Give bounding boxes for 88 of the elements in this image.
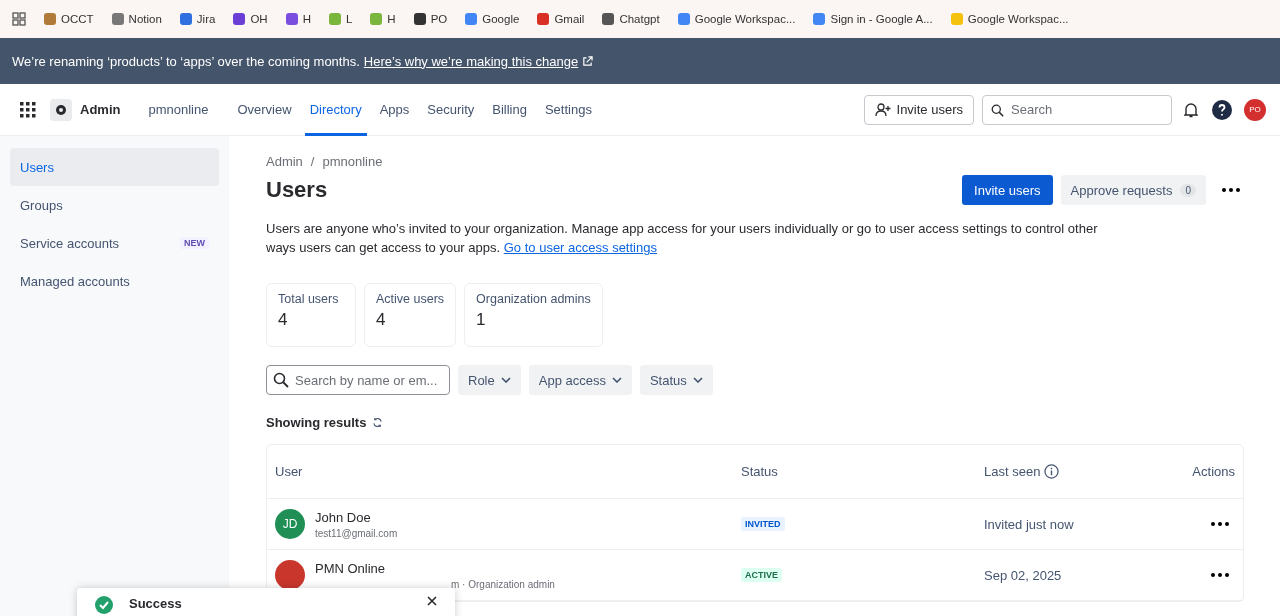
column-header: Actions bbox=[1192, 464, 1235, 479]
bookmark[interactable]: Notion bbox=[111, 13, 162, 25]
results-label: Showing results bbox=[266, 415, 367, 430]
nav-tab[interactable]: Settings bbox=[539, 83, 597, 136]
info-icon bbox=[1044, 464, 1060, 479]
sidebar-item[interactable]: Groups bbox=[10, 186, 219, 224]
user-avatar[interactable]: PO bbox=[1244, 98, 1266, 121]
filter-dropdown[interactable]: App access bbox=[528, 365, 632, 395]
more-icon bbox=[1222, 188, 1240, 192]
stat-value: 1 bbox=[476, 310, 487, 330]
bookmark[interactable]: H bbox=[370, 13, 396, 25]
sidebar-item[interactable]: Users bbox=[10, 148, 219, 186]
user-access-settings-link[interactable]: Go to user access settings bbox=[503, 240, 657, 255]
status-lozenge: INVITED bbox=[741, 517, 785, 531]
approve-requests-button[interactable]: Approve requests 0 bbox=[1060, 175, 1206, 205]
user-name[interactable]: John Doe bbox=[315, 509, 398, 525]
bookmark[interactable]: PO bbox=[413, 13, 448, 25]
column-header: Last seen bbox=[984, 464, 1041, 479]
sidebar-item[interactable]: Service accounts NEW bbox=[10, 224, 219, 262]
search-icon bbox=[991, 103, 1004, 117]
user-email: m · Organization admin bbox=[451, 578, 555, 590]
column-header: User bbox=[275, 464, 303, 479]
column-header: Status bbox=[741, 464, 778, 479]
apps-grid-icon[interactable] bbox=[12, 12, 26, 26]
stat-label: Organization admins bbox=[476, 292, 591, 306]
bookmark[interactable]: Sign in - Google A... bbox=[813, 13, 933, 25]
count-badge: 0 bbox=[1180, 183, 1196, 197]
org-name[interactable]: pmnonline bbox=[148, 102, 209, 117]
add-person-icon bbox=[874, 102, 891, 117]
bookmark[interactable]: H bbox=[285, 13, 311, 25]
user-avatar: JD bbox=[275, 509, 305, 539]
last-seen: Sep 02, 2025 bbox=[984, 567, 1063, 583]
bookmark[interactable]: Jira bbox=[179, 13, 216, 25]
nav-tab[interactable]: Apps bbox=[374, 83, 415, 136]
breadcrumb-separator: / bbox=[310, 154, 315, 169]
banner-link[interactable]: Here’s why we’re making this change bbox=[363, 53, 579, 69]
stat-label: Active users bbox=[376, 292, 445, 306]
breadcrumb-link[interactable]: Admin bbox=[266, 154, 303, 169]
bookmark[interactable]: OCCT bbox=[44, 13, 94, 25]
chevron-down-icon bbox=[692, 377, 703, 383]
banner-text: We’re renaming ‘products’ to ‘apps’ over the coming months. bbox=[12, 53, 360, 69]
nav-tab[interactable]: Security bbox=[422, 83, 480, 136]
stat-label: Total users bbox=[278, 292, 340, 306]
sidebar-item-label: Service accounts bbox=[20, 235, 119, 251]
product-name[interactable]: Admin bbox=[80, 102, 121, 117]
sidebar-item[interactable]: Managed accounts bbox=[10, 262, 219, 300]
last-seen: Invited just now bbox=[984, 516, 1075, 532]
nav-tab[interactable]: Billing bbox=[487, 83, 532, 136]
invite-users-button[interactable]: Invite users bbox=[863, 94, 974, 125]
sidebar-item-label: Groups bbox=[20, 197, 63, 213]
bookmark[interactable]: L bbox=[328, 13, 353, 25]
bell-icon[interactable] bbox=[1184, 101, 1198, 118]
filter-dropdown[interactable]: Role bbox=[458, 365, 521, 395]
help-icon[interactable] bbox=[1212, 99, 1232, 120]
toast-title: Success bbox=[129, 596, 183, 611]
user-name[interactable]: PMN Online bbox=[315, 560, 555, 576]
sidebar-item-label: Managed accounts bbox=[20, 273, 130, 289]
invite-users-button[interactable]: Invite users bbox=[962, 175, 1053, 205]
bookmark[interactable]: Google bbox=[465, 13, 520, 25]
nav-tab[interactable]: Overview bbox=[232, 83, 297, 136]
search-field[interactable]: Search bbox=[982, 94, 1172, 125]
stat-value: 4 bbox=[376, 310, 387, 330]
more-icon bbox=[1211, 522, 1229, 526]
close-icon bbox=[427, 596, 437, 606]
close-button[interactable] bbox=[427, 596, 437, 606]
chevron-down-icon bbox=[611, 377, 622, 383]
bookmark[interactable]: OH bbox=[233, 13, 268, 25]
user-email: test11@gmail.com bbox=[315, 527, 398, 539]
breadcrumb-link[interactable]: pmnonline bbox=[322, 154, 383, 169]
external-link-icon bbox=[582, 55, 594, 67]
bookmark[interactable]: Google Workspac... bbox=[950, 13, 1069, 25]
filter-dropdown[interactable]: Status bbox=[639, 365, 713, 395]
bookmark[interactable]: Google Workspac... bbox=[677, 13, 796, 25]
bookmark[interactable]: Gmail bbox=[537, 13, 585, 25]
more-icon bbox=[1211, 573, 1229, 577]
chevron-down-icon bbox=[500, 377, 511, 383]
new-badge: NEW bbox=[180, 237, 209, 249]
stat-value: 4 bbox=[278, 310, 289, 330]
nav-tab[interactable]: Directory bbox=[304, 83, 367, 136]
refresh-icon[interactable] bbox=[372, 417, 384, 428]
sidebar-item-label: Users bbox=[20, 159, 54, 175]
search-icon bbox=[273, 372, 289, 388]
status-lozenge: ACTIVE bbox=[741, 568, 782, 582]
app-switcher-icon[interactable] bbox=[20, 101, 36, 118]
bookmark[interactable]: Chatgpt bbox=[602, 13, 660, 25]
user-search-field[interactable]: Search by name or em... bbox=[266, 365, 450, 395]
page-title: Users bbox=[266, 177, 329, 203]
description: Users are anyone who’s invited to your organization. Manage app access for your users individually or go to user access settings to control other ways users can get access to your apps. Go to user access settings bbox=[266, 220, 1099, 257]
